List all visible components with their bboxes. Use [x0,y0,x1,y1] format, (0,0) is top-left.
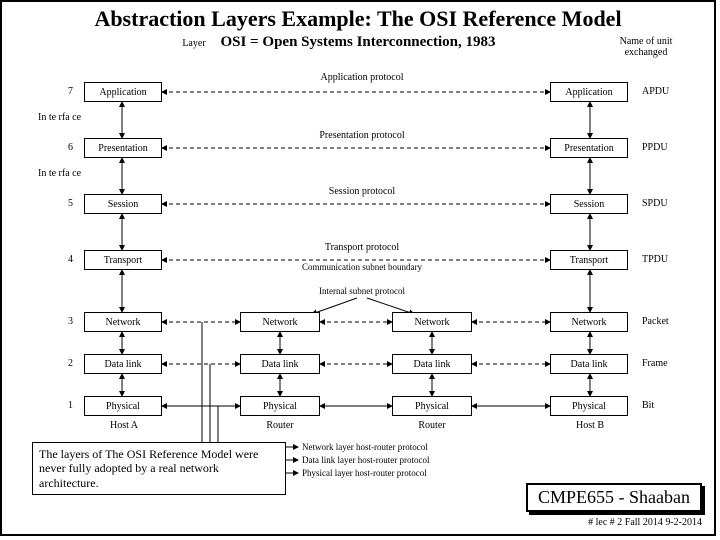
router-2-label: Router [392,420,472,431]
box-pres-right: Presentation [550,138,628,158]
layer-num-2: 2 [68,358,73,369]
box-ph-b: Physical [550,396,628,416]
unit-spdu: SPDU [642,198,668,209]
col-header-unit: Name of unit exchanged [606,36,686,58]
slide-title: Abstraction Layers Example: The OSI Refe… [2,6,714,32]
box-dl-r1: Data link [240,354,320,374]
proto-sess: Session protocol [262,186,462,197]
unit-bit: Bit [642,400,654,411]
col-header-layer: Layer [174,38,214,49]
footnote-dl: Data link layer host-router protocol [302,455,429,465]
box-net-a: Network [84,312,162,332]
footnote-phys: Physical layer host-router protocol [302,468,427,478]
layer-num-5: 5 [68,198,73,209]
unit-ppdu: PPDU [642,142,668,153]
proto-trans: Transport protocol [262,242,462,253]
layer-num-6: 6 [68,142,73,153]
adoption-note: The layers of The OSI Reference Model we… [32,442,286,495]
box-trans-left: Transport [84,250,162,270]
box-net-r1: Network [240,312,320,332]
box-ph-r1: Physical [240,396,320,416]
layer-num-4: 4 [68,254,73,265]
layer-num-7: 7 [68,86,73,97]
box-pres-left: Presentation [84,138,162,158]
box-dl-b: Data link [550,354,628,374]
host-a-label: Host A [84,420,164,431]
box-sess-right: Session [550,194,628,214]
proto-app: Application protocol [262,72,462,83]
box-trans-right: Transport [550,250,628,270]
box-ph-a: Physical [84,396,162,416]
footer-lecture: # lec # 2 Fall 2014 9-2-2014 [588,517,702,528]
footer-course: CMPE655 - Shaaban [526,483,702,512]
box-app-left: Application [84,82,162,102]
internal-proto: Internal subnet protocol [262,286,462,296]
layer-num-3: 3 [68,316,73,327]
box-net-r2: Network [392,312,472,332]
unit-frame: Frame [642,358,668,369]
router-1-label: Router [240,420,320,431]
slide-frame: Abstraction Layers Example: The OSI Refe… [0,0,716,536]
unit-tpdu: TPDU [642,254,668,265]
box-net-b: Network [550,312,628,332]
unit-apdu: APDU [642,86,669,97]
unit-packet: Packet [642,316,669,327]
box-sess-left: Session [84,194,162,214]
interface-76: In te rfa ce [38,112,81,123]
box-ph-r2: Physical [392,396,472,416]
interface-65: In te rfa ce [38,168,81,179]
subnet-boundary: Communication subnet boundary [262,262,462,272]
footnote-net: Network layer host-router protocol [302,442,428,452]
proto-pres: Presentation protocol [262,130,462,141]
box-dl-r2: Data link [392,354,472,374]
box-app-right: Application [550,82,628,102]
layer-num-1: 1 [68,400,73,411]
box-dl-a: Data link [84,354,162,374]
host-b-label: Host B [550,420,630,431]
